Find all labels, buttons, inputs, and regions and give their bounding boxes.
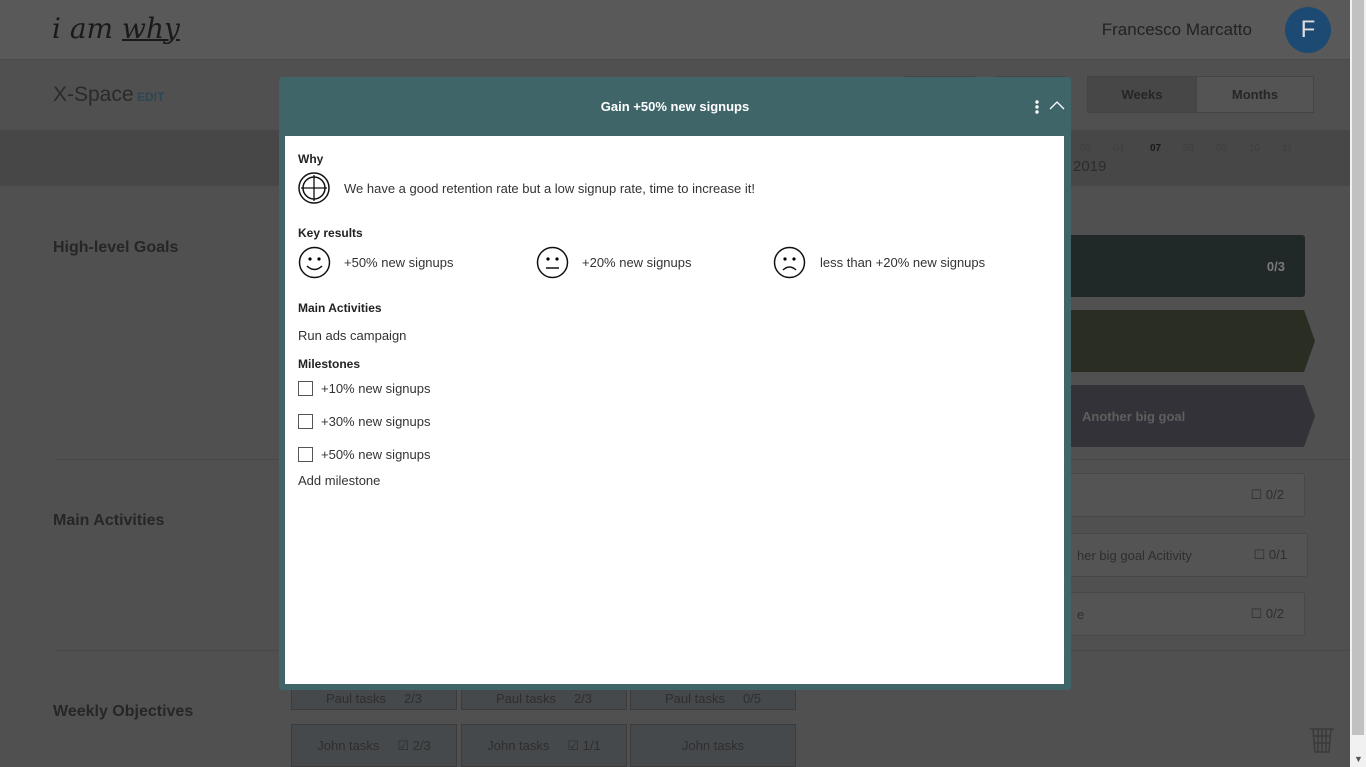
goal-bar[interactable]: [1040, 310, 1315, 372]
neutral-face-icon: [536, 246, 569, 279]
collapse-chevron-icon[interactable]: [1048, 99, 1066, 111]
week-label[interactable]: 09: [1216, 143, 1227, 154]
edit-space-button[interactable]: EDIT: [137, 90, 164, 104]
months-toggle[interactable]: Months: [1196, 76, 1314, 113]
key-result: +50% new signups: [298, 246, 536, 279]
activity-item[interactable]: Run ads campaign: [298, 328, 1051, 343]
row-label-goals: High-level Goals: [53, 239, 179, 256]
smile-icon: [298, 246, 331, 279]
objective-card[interactable]: John tasks ☑ 1/1: [461, 724, 627, 767]
milestone-item: +10% new signups: [298, 381, 1051, 396]
year-label: 2019: [1073, 158, 1107, 175]
scrollbar-thumb[interactable]: [1352, 0, 1364, 735]
week-label[interactable]: 11: [1282, 143, 1292, 154]
goal-bar[interactable]: 0/3: [1040, 235, 1305, 297]
milestone-item: +30% new signups: [298, 414, 1051, 429]
sad-face-icon: [773, 246, 806, 279]
activity-count: ☐ 0/1: [1253, 547, 1287, 562]
activity-label: e: [1077, 606, 1085, 622]
week-label[interactable]: 10: [1249, 143, 1260, 154]
goal-bar[interactable]: Another big goal: [1040, 385, 1315, 447]
key-results-heading: Key results: [298, 226, 363, 240]
scrollbar[interactable]: ▼: [1350, 0, 1366, 767]
weeks-toggle[interactable]: Weeks: [1087, 76, 1197, 113]
milestone-checkbox[interactable]: [298, 381, 313, 396]
milestone-checkbox[interactable]: [298, 447, 313, 462]
key-result: less than +20% new signups: [773, 246, 985, 279]
activities-heading: Main Activities: [298, 301, 382, 315]
activity-count: ☐ 0/2: [1250, 487, 1284, 502]
app-header: i am why Francesco Marcatto F: [0, 0, 1350, 60]
row-label-objectives: Weekly Objectives: [53, 703, 194, 720]
goal-dialog: Gain +50% new signups Why We have a good…: [279, 77, 1071, 690]
scroll-down-arrow[interactable]: ▼: [1354, 754, 1363, 764]
goal-label: Another big goal: [1082, 408, 1186, 424]
activity-card[interactable]: e ☐ 0/2: [1040, 592, 1305, 636]
dialog-body: Why We have a good retention rate but a …: [285, 136, 1064, 684]
why-text: We have a good retention rate but a low …: [344, 180, 755, 196]
goal-count: 0/3: [1266, 258, 1285, 274]
avatar[interactable]: F: [1285, 7, 1331, 53]
milestones-heading: Milestones: [298, 357, 361, 371]
milestone-item: +50% new signups: [298, 447, 1051, 462]
milestone-checkbox[interactable]: [298, 414, 313, 429]
objective-card[interactable]: John tasks: [630, 724, 796, 767]
more-options-icon[interactable]: [1033, 99, 1041, 115]
trash-icon[interactable]: [1309, 726, 1335, 754]
activity-count: ☐ 0/2: [1250, 606, 1284, 621]
logo[interactable]: i am why: [52, 12, 180, 45]
row-label-activities: Main Activities: [53, 512, 165, 529]
week-label[interactable]: 04: [1113, 143, 1124, 154]
why-heading: Why: [298, 152, 324, 166]
activity-label: her big goal Acitivity: [1077, 547, 1192, 563]
user-name[interactable]: Francesco Marcatto: [1102, 20, 1252, 40]
week-label-current[interactable]: 07: [1150, 143, 1161, 154]
key-result: +20% new signups: [536, 246, 773, 279]
week-label[interactable]: 08: [1183, 143, 1194, 154]
add-milestone-button[interactable]: Add milestone: [298, 473, 1051, 488]
space-name: X-Space: [53, 83, 134, 106]
activity-card[interactable]: ☐ 0/2: [1040, 473, 1305, 517]
activity-card[interactable]: her big goal Acitivity ☐ 0/1: [1040, 533, 1308, 577]
dialog-title: Gain +50% new signups: [600, 99, 750, 114]
target-icon: [298, 172, 330, 204]
week-label[interactable]: 03: [1080, 143, 1091, 154]
objective-card[interactable]: John tasks ☑ 2/3: [291, 724, 457, 767]
